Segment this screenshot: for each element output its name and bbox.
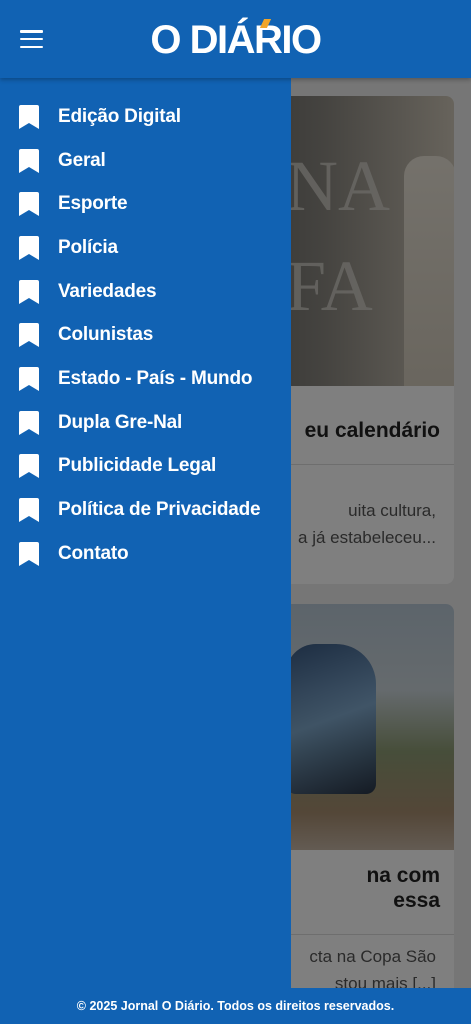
drawer-menu: Edição Digital Geral Esporte Polícia Var… (0, 95, 291, 576)
top-bar: O DIÁRIO (0, 0, 471, 78)
menu-item-label: Dupla Gre-Nal (58, 411, 183, 433)
footer-copyright: © 2025 Jornal O Diário. Todos os direito… (76, 999, 395, 1013)
menu-item-variedades[interactable]: Variedades (0, 270, 291, 314)
menu-item-label: Colunistas (58, 324, 154, 346)
menu-item-colunistas[interactable]: Colunistas (0, 313, 291, 357)
menu-item-geral[interactable]: Geral (0, 139, 291, 183)
bookmark-icon (19, 104, 39, 129)
bookmark-icon (19, 235, 39, 260)
menu-item-esporte[interactable]: Esporte (0, 182, 291, 226)
menu-item-edicao-digital[interactable]: Edição Digital (0, 95, 291, 139)
menu-item-label: Geral (58, 149, 106, 171)
menu-item-politica-de-privacidade[interactable]: Política de Privacidade (0, 488, 291, 532)
bookmark-icon (19, 323, 39, 348)
menu-item-label: Polícia (58, 236, 118, 258)
bookmark-icon (19, 366, 39, 391)
bookmark-icon (19, 541, 39, 566)
bookmark-icon (19, 454, 39, 479)
bookmark-icon (19, 410, 39, 435)
footer: © 2025 Jornal O Diário. Todos os direito… (0, 988, 471, 1024)
menu-item-policia[interactable]: Polícia (0, 226, 291, 270)
menu-item-label: Edição Digital (58, 105, 181, 127)
side-drawer: Edição Digital Geral Esporte Polícia Var… (0, 78, 291, 988)
menu-item-label: Publicidade Legal (58, 455, 217, 477)
menu-item-label: Contato (58, 542, 129, 564)
menu-item-label: Esporte (58, 193, 128, 215)
bookmark-icon (19, 279, 39, 304)
menu-item-estado-pais-mundo[interactable]: Estado - País - Mundo (0, 357, 291, 401)
menu-item-label: Política de Privacidade (58, 499, 261, 521)
menu-item-label: Estado - País - Mundo (58, 367, 253, 389)
menu-item-label: Variedades (58, 280, 157, 302)
menu-item-publicidade-legal[interactable]: Publicidade Legal (0, 445, 291, 489)
bookmark-icon (19, 498, 39, 523)
bookmark-icon (19, 192, 39, 217)
menu-item-contato[interactable]: Contato (0, 532, 291, 576)
site-logo[interactable]: O DIÁRIO (0, 16, 471, 64)
bookmark-icon (19, 148, 39, 173)
menu-item-dupla-gre-nal[interactable]: Dupla Gre-Nal (0, 401, 291, 445)
